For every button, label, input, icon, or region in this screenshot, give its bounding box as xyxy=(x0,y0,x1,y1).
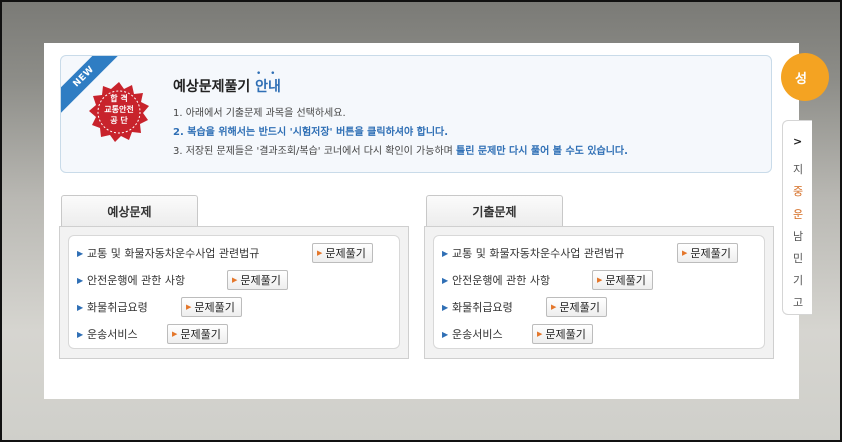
list-item: ▶ 운송서비스 xyxy=(77,323,138,345)
subject-label: 화물취급요령 xyxy=(452,301,513,314)
side-menu-item[interactable]: 민 xyxy=(793,250,803,266)
panel-body: ▶ 교통 및 화물자동차운수사업 관련법규 ▶ 문제풀기 ▶ 안전운행에 관한 사… xyxy=(59,226,409,359)
subject-label: 운송서비스 xyxy=(87,328,138,341)
list-item: ▶ 안전운행에 관한 사항 xyxy=(77,269,185,291)
notice-title-main: 예상문제풀기 xyxy=(173,79,251,95)
bullet-arrow-icon: ▶ xyxy=(442,329,449,339)
notice-title: 예상문제풀기 안내 xyxy=(173,76,281,96)
subject-label: 운송서비스 xyxy=(452,328,503,341)
arrow-icon: ▶ xyxy=(172,330,178,338)
solve-button[interactable]: ▶ 문제풀기 xyxy=(227,270,288,290)
notice-title-accent: 안내 xyxy=(255,79,281,95)
side-menu-item[interactable]: 운 xyxy=(793,206,803,222)
list-item: ▶ 운송서비스 xyxy=(442,323,503,345)
notice-line-3-prefix: 3. 저장된 문제들은 '결과조회/복습' 코너에서 다시 확인이 가능하며 xyxy=(173,146,457,157)
side-menu: > 지 중 운 남 민 기 고 xyxy=(782,120,812,315)
notice-line-3-highlight: 틀린 문제만 다시 풀어 볼 수도 있습니다. xyxy=(456,146,628,157)
arrow-icon: ▶ xyxy=(186,303,192,311)
notice-line-3: 3. 저장된 문제들은 '결과조회/복습' 코너에서 다시 확인이 가능하며 틀… xyxy=(173,142,628,157)
subject-label: 화물취급요령 xyxy=(87,301,148,314)
solve-button-label: 문제풀기 xyxy=(240,274,281,287)
solve-button[interactable]: ▶ 문제풀기 xyxy=(677,243,738,263)
subject-label: 안전운행에 관한 사항 xyxy=(87,274,186,287)
arrow-icon: ▶ xyxy=(597,276,603,284)
subject-label: 안전운행에 관한 사항 xyxy=(452,274,551,287)
subject-label: 교통 및 화물자동차운수사업 관련법규 xyxy=(452,247,625,260)
main-page: NEW 합 격 교통안전 공 단 • • 예상문제풀기 안내 1. 아래에서 기… xyxy=(44,43,799,399)
arrow-icon: ▶ xyxy=(317,249,323,257)
side-menu-arrow[interactable]: > xyxy=(793,135,802,148)
list-item: ▶ 교통 및 화물자동차운수사업 관련법규 xyxy=(442,242,624,264)
arrow-icon: ▶ xyxy=(537,330,543,338)
solve-button[interactable]: ▶ 문제풀기 xyxy=(312,243,373,263)
bullet-arrow-icon: ▶ xyxy=(77,302,84,312)
question-list: ▶ 교통 및 화물자동차운수사업 관련법규 ▶ 문제풀기 ▶ 안전운행에 관한 사… xyxy=(433,235,765,349)
bullet-arrow-icon: ▶ xyxy=(77,275,84,285)
list-item: ▶ 화물취급요령 xyxy=(442,296,513,318)
bullet-arrow-icon: ▶ xyxy=(77,248,84,258)
solve-button[interactable]: ▶ 문제풀기 xyxy=(592,270,653,290)
side-menu-item[interactable]: 중 xyxy=(793,183,803,199)
seal-text: 합 격 교통안전 공 단 xyxy=(89,93,149,126)
side-menu-item[interactable]: 남 xyxy=(793,228,803,244)
tab-past-questions[interactable]: 기출문제 xyxy=(426,195,563,227)
solve-button-label: 문제풀기 xyxy=(690,247,731,260)
solve-button[interactable]: ▶ 문제풀기 xyxy=(167,324,228,344)
past-questions-panel: 기출문제 ▶ 교통 및 화물자동차운수사업 관련법규 ▶ 문제풀기 ▶ 안전운행에… xyxy=(424,195,774,359)
side-circle-label: 성 xyxy=(795,72,807,87)
list-item: ▶ 화물취급요령 xyxy=(77,296,148,318)
question-list: ▶ 교통 및 화물자동차운수사업 관련법규 ▶ 문제풀기 ▶ 안전운행에 관한 사… xyxy=(68,235,400,349)
solve-button-label: 문제풀기 xyxy=(559,301,600,314)
expected-questions-panel: 예상문제 ▶ 교통 및 화물자동차운수사업 관련법규 ▶ 문제풀기 ▶ 안전운행에… xyxy=(59,195,409,359)
bullet-arrow-icon: ▶ xyxy=(442,302,449,312)
notice-line-2: 2. 복습을 위해서는 반드시 '시험저장' 버튼을 클릭하셔야 합니다. xyxy=(173,127,449,138)
solve-button-label: 문제풀기 xyxy=(194,301,235,314)
seal-line: 공 단 xyxy=(110,116,128,125)
subject-label: 교통 및 화물자동차운수사업 관련법규 xyxy=(87,247,260,260)
arrow-icon: ▶ xyxy=(551,303,557,311)
side-menu-item[interactable]: 기 xyxy=(793,272,803,288)
solve-button[interactable]: ▶ 문제풀기 xyxy=(181,297,242,317)
bullet-arrow-icon: ▶ xyxy=(442,275,449,285)
side-menu-item[interactable]: 지 xyxy=(793,161,803,177)
panel-body: ▶ 교통 및 화물자동차운수사업 관련법규 ▶ 문제풀기 ▶ 안전운행에 관한 사… xyxy=(424,226,774,359)
bullet-arrow-icon: ▶ xyxy=(77,329,84,339)
notice-box: NEW 합 격 교통안전 공 단 • • 예상문제풀기 안내 1. 아래에서 기… xyxy=(60,55,772,173)
bullet-arrow-icon: ▶ xyxy=(442,248,449,258)
arrow-icon: ▶ xyxy=(232,276,238,284)
solve-button[interactable]: ▶ 문제풀기 xyxy=(532,324,593,344)
seal-line: 합 격 xyxy=(110,94,128,103)
arrow-icon: ▶ xyxy=(682,249,688,257)
tab-expected-questions[interactable]: 예상문제 xyxy=(61,195,198,227)
solve-button-label: 문제풀기 xyxy=(325,247,366,260)
solve-button[interactable]: ▶ 문제풀기 xyxy=(546,297,607,317)
notice-line-1: 1. 아래에서 기출문제 과목을 선택하세요. xyxy=(173,108,346,119)
list-item: ▶ 교통 및 화물자동차운수사업 관련법규 xyxy=(77,242,259,264)
list-item: ▶ 안전운행에 관한 사항 xyxy=(442,269,550,291)
solve-button-label: 문제풀기 xyxy=(180,328,221,341)
side-circle-button[interactable]: 성 xyxy=(781,53,829,101)
seal-line: 교통안전 xyxy=(104,105,134,114)
solve-button-label: 문제풀기 xyxy=(545,328,586,341)
solve-button-label: 문제풀기 xyxy=(605,274,646,287)
side-menu-item[interactable]: 고 xyxy=(793,294,803,310)
